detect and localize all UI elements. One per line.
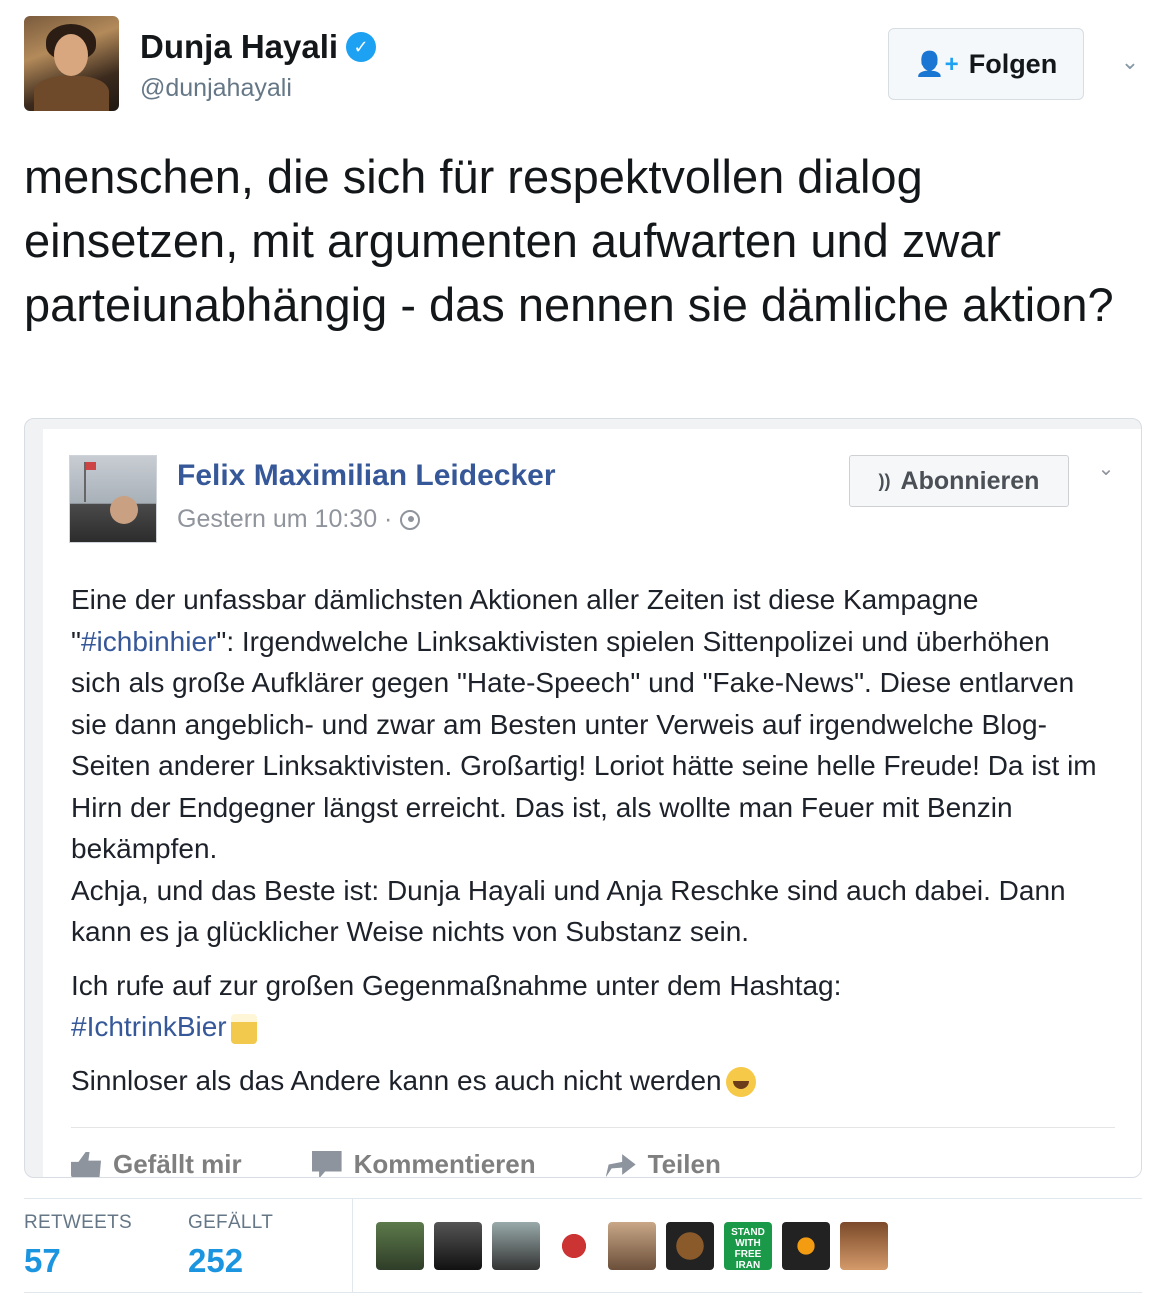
author-name-text[interactable]: Dunja Hayali	[140, 28, 338, 66]
author-name[interactable]: Dunja Hayali ✓	[140, 28, 377, 66]
liker-avatar[interactable]	[550, 1222, 598, 1270]
fb-comment-action: Kommentieren	[311, 1149, 536, 1178]
fb-chevron-down-icon: ⌄	[1097, 457, 1115, 480]
fb-timestamp: Gestern um 10:30 ·	[177, 505, 421, 534]
fb-paragraph-3: Sinnloser als das Andere kann es auch ni…	[71, 1060, 1101, 1102]
liker-avatar[interactable]	[666, 1222, 714, 1270]
person-shape	[110, 496, 138, 524]
hashtag-ichtrinkbier: #IchtrinkBier	[71, 1011, 227, 1042]
share-icon	[605, 1154, 636, 1177]
comment-icon	[311, 1150, 342, 1177]
fb-comment-label: Kommentieren	[353, 1149, 536, 1178]
fb-subscribe-button: )) Abonnieren	[849, 455, 1069, 507]
hashtag-ichbinhier: #ichbinhier	[80, 625, 217, 657]
fb-paragraph-1: Eine der unfassbar dämlichsten Aktionen …	[71, 579, 1101, 953]
fb-paragraph-2: Ich rufe auf zur großen Gegenmaßnahme un…	[71, 965, 1101, 1048]
fb-post-body: Eine der unfassbar dämlichsten Aktionen …	[71, 579, 1101, 1113]
likes-label: GEFÄLLT	[188, 1212, 274, 1233]
follow-button[interactable]: 👤+ Folgen	[888, 28, 1084, 100]
flag-shape	[86, 462, 96, 470]
avatar-body	[34, 76, 109, 111]
fb-paragraph-3-text: Sinnloser als das Andere kann es auch ni…	[71, 1064, 722, 1096]
fb-subscribe-label: Abonnieren	[900, 466, 1040, 495]
embedded-image[interactable]: Felix Maximilian Leidecker Gestern um 10…	[24, 418, 1142, 1178]
fb-timestamp-text: Gestern um 10:30 ·	[177, 505, 393, 533]
follow-button-label: Folgen	[968, 48, 1058, 79]
thumbs-up-icon	[71, 1151, 101, 1177]
facebook-post: Felix Maximilian Leidecker Gestern um 10…	[43, 429, 1141, 1178]
liker-avatar[interactable]	[434, 1222, 482, 1270]
globe-icon	[400, 509, 421, 530]
rss-icon: ))	[878, 470, 891, 491]
beer-emoji-icon	[230, 1013, 257, 1044]
tweet-text: menschen, die sich für respektvollen dia…	[24, 150, 1114, 331]
fb-like-action: Gefällt mir	[71, 1149, 242, 1178]
retweets-label: RETWEETS	[24, 1212, 132, 1233]
liker-avatar[interactable]	[840, 1222, 888, 1270]
liker-avatar[interactable]	[492, 1222, 540, 1270]
likes-count: 252	[188, 1242, 244, 1279]
author-avatar[interactable]	[24, 16, 119, 111]
liker-avatar[interactable]	[782, 1222, 830, 1270]
likes-stat[interactable]: GEFÄLLT 252	[188, 1212, 273, 1280]
retweets-count: 57	[24, 1242, 61, 1279]
fb-share-label: Teilen	[647, 1149, 721, 1178]
author-handle[interactable]: @dunjahayali	[140, 74, 292, 103]
laughing-emoji-icon	[725, 1067, 756, 1098]
fb-divider	[71, 1127, 1115, 1128]
fb-paragraph-2-text: Ich rufe auf zur großen Gegenmaßnahme un…	[71, 969, 842, 1001]
fb-action-bar: Gefällt mir Kommentieren Teilen	[71, 1149, 721, 1178]
liker-avatar-free-iran[interactable]: STAND WITH FREE IRAN	[724, 1222, 772, 1270]
liker-avatar[interactable]	[376, 1222, 424, 1270]
stats-vertical-divider	[352, 1199, 353, 1292]
fb-author-name: Felix Maximilian Leidecker	[177, 459, 556, 492]
chevron-down-icon[interactable]: ⌄	[1118, 49, 1142, 74]
fb-like-label: Gefällt mir	[113, 1149, 242, 1178]
retweets-stat[interactable]: RETWEETS 57	[24, 1212, 132, 1280]
fb-share-action: Teilen	[605, 1149, 721, 1178]
liker-avatar[interactable]	[608, 1222, 656, 1270]
stats-divider-top	[24, 1198, 1142, 1199]
fb-paragraph-1-end: Achja, und das Beste ist: Dunja Hayali u…	[71, 874, 1066, 948]
fb-paragraph-1-rest: ": Irgendwelche Linksaktivisten spielen …	[71, 625, 1097, 865]
fb-author-avatar	[69, 455, 157, 543]
verified-badge-icon: ✓	[346, 32, 377, 62]
liker-avatars: STAND WITH FREE IRAN	[376, 1222, 888, 1270]
avatar-face	[54, 34, 88, 76]
liker-badge-text: STAND WITH FREE IRAN	[731, 1227, 765, 1270]
stats-divider-bottom	[24, 1292, 1142, 1293]
add-user-icon: 👤+	[914, 50, 959, 78]
